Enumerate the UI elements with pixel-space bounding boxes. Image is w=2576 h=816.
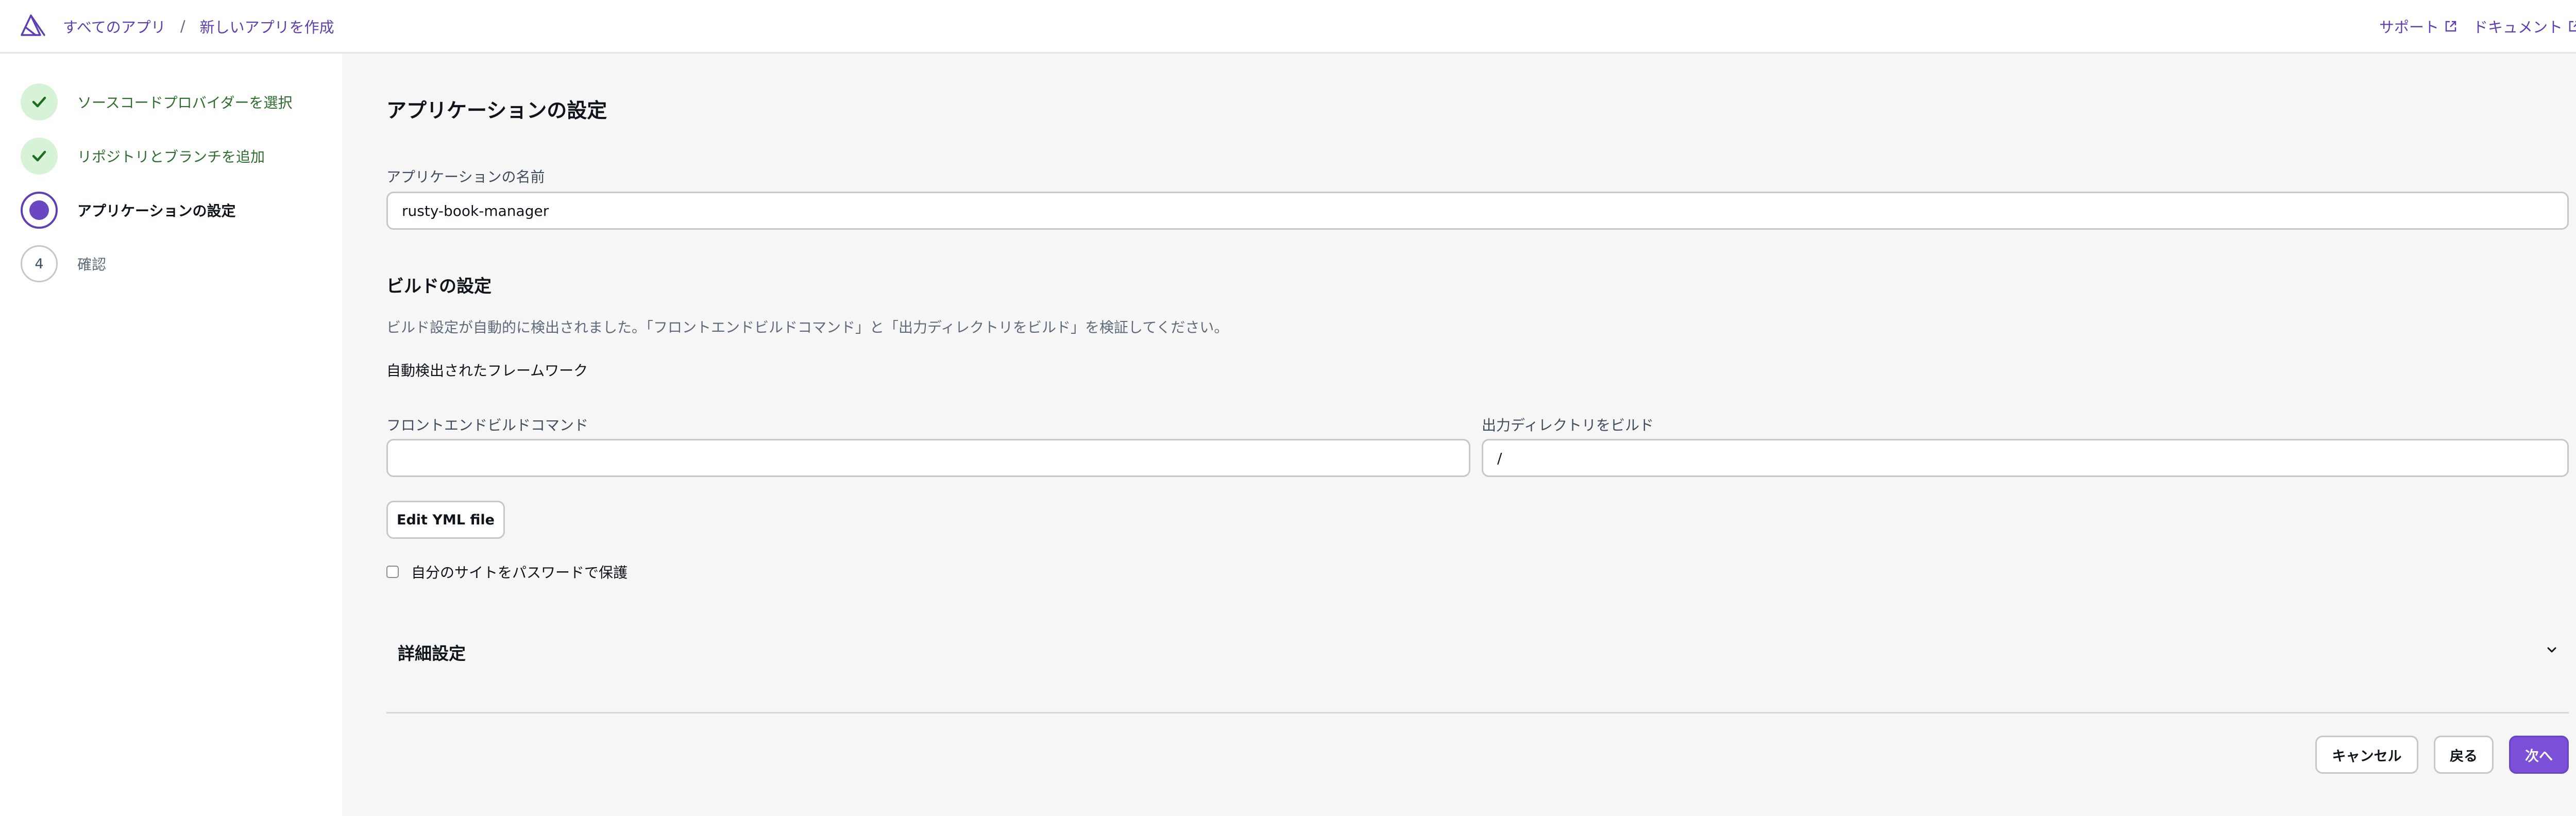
- main-content: アプリケーションの設定 アプリケーションの名前 ビルドの設定 ビルド設定が自動的…: [342, 54, 2576, 816]
- step-current-indicator: [21, 192, 58, 229]
- step-label: アプリケーションの設定: [77, 202, 236, 219]
- password-protect-row[interactable]: 自分のサイトをパスワードで保護: [386, 562, 628, 582]
- documentation-link-label: ドキュメント: [2472, 19, 2563, 36]
- step-app-settings[interactable]: アプリケーションの設定: [21, 190, 235, 231]
- step-label: 確認: [77, 256, 107, 273]
- app-name-label: アプリケーションの名前: [386, 168, 545, 185]
- support-link[interactable]: サポート: [2379, 15, 2458, 37]
- build-settings-description: ビルド設定が自動的に検出されました。「フロントエンドビルドコマンド」と「出力ディ…: [386, 319, 1229, 336]
- cancel-button[interactable]: キャンセル: [2315, 736, 2418, 774]
- amplify-logo-icon[interactable]: [20, 12, 46, 37]
- step-number: 4: [21, 245, 58, 282]
- breadcrumb-all-apps[interactable]: すべてのアプリ: [63, 15, 166, 37]
- advanced-settings-title: 詳細設定: [398, 643, 466, 664]
- step-completed-indicator: [21, 83, 58, 121]
- next-button[interactable]: 次へ: [2509, 736, 2569, 774]
- documentation-link[interactable]: ドキュメント: [2473, 15, 2576, 37]
- step-repo-branch[interactable]: リポジトリとブランチを追加: [21, 135, 265, 177]
- step-label: ソースコードプロバイダーを選択: [77, 94, 293, 111]
- frontend-build-command-label: フロントエンドビルドコマンド: [386, 417, 589, 434]
- support-link-label: サポート: [2379, 19, 2439, 36]
- app-name-input[interactable]: [386, 192, 2569, 230]
- section-divider: [386, 712, 2569, 713]
- breadcrumb-new-app[interactable]: 新しいアプリを作成: [200, 15, 334, 37]
- top-header: すべてのアプリ / 新しいアプリを作成 サポート ドキュメント: [0, 0, 2576, 54]
- back-button[interactable]: 戻る: [2434, 736, 2494, 774]
- step-completed-indicator: [21, 138, 58, 175]
- breadcrumb: すべてのアプリ / 新しいアプリを作成: [63, 16, 334, 37]
- step-label: リポジトリとブランチを追加: [77, 148, 265, 165]
- output-directory-label: 出力ディレクトリをビルド: [1482, 417, 1654, 434]
- wizard-steps-sidebar: ソースコードプロバイダーを選択 リポジトリとブランチを追加 アプリケーションの設…: [0, 54, 342, 816]
- header-links: サポート ドキュメント: [2364, 16, 2576, 37]
- password-protect-label: 自分のサイトをパスワードで保護: [411, 564, 628, 581]
- edit-yml-button[interactable]: Edit YML file: [386, 501, 505, 539]
- page-title: アプリケーションの設定: [386, 99, 607, 123]
- external-link-icon: [2569, 21, 2576, 32]
- check-icon: [32, 96, 46, 108]
- current-step-dot: [29, 200, 49, 220]
- password-protect-checkbox[interactable]: [386, 566, 399, 578]
- check-icon: [32, 150, 46, 162]
- advanced-settings-toggle[interactable]: 詳細設定: [386, 630, 2569, 671]
- frontend-build-command-input[interactable]: [386, 439, 1470, 477]
- external-link-icon: [2445, 21, 2456, 32]
- chevron-down-icon: [2547, 647, 2556, 653]
- step-review: 4 確認: [21, 243, 106, 284]
- detected-framework-label: 自動検出されたフレームワーク: [386, 362, 588, 379]
- build-settings-title: ビルドの設定: [386, 276, 492, 297]
- output-directory-input[interactable]: [1482, 439, 2569, 477]
- breadcrumb-separator: /: [180, 18, 185, 35]
- step-source-provider[interactable]: ソースコードプロバイダーを選択: [21, 81, 292, 123]
